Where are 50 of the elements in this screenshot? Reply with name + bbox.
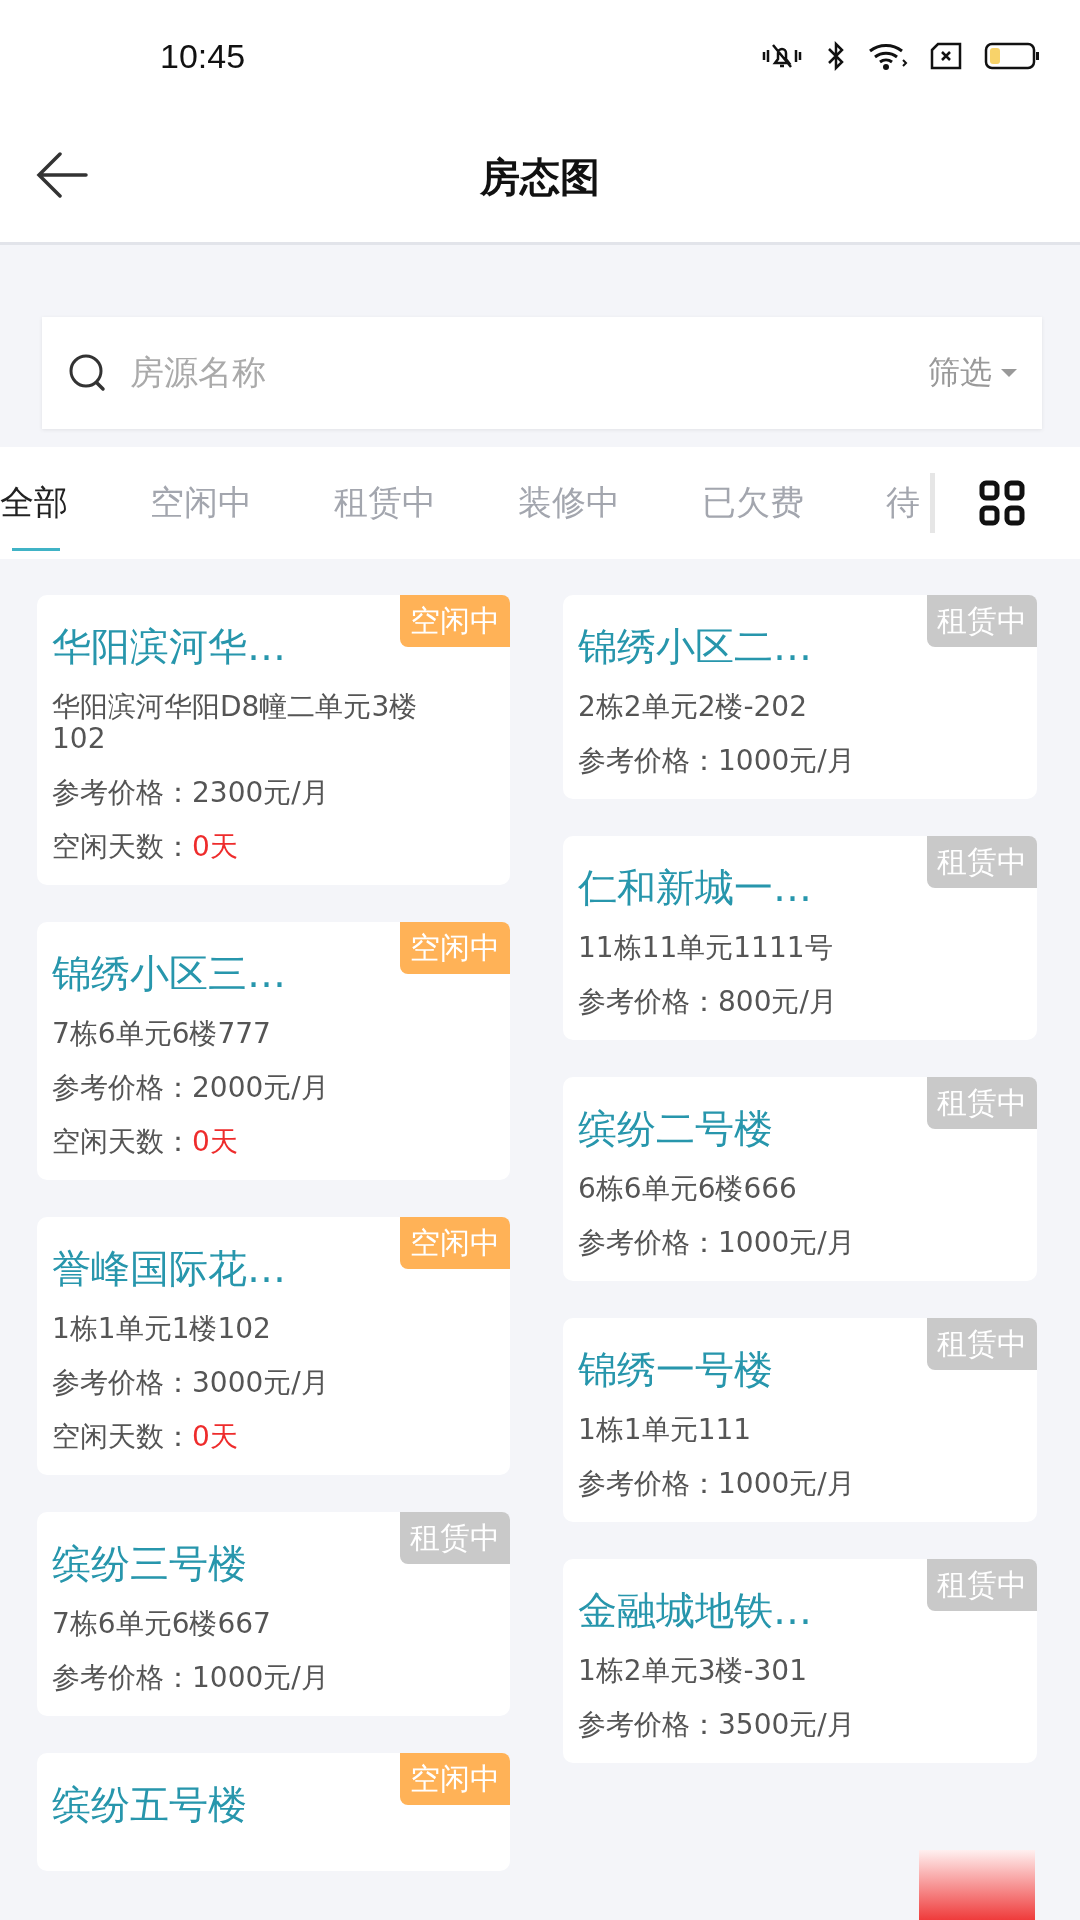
room-address: 6栋6单元6楼666 xyxy=(578,1173,798,1205)
idle-days: 空闲天数：0天 xyxy=(52,1421,460,1453)
reference-price: 参考价格：1000元/月 xyxy=(578,1227,856,1259)
status-badge: 空闲中 xyxy=(400,595,510,647)
reference-price: 参考价格：3000元/月 xyxy=(52,1367,330,1399)
room-address: 2栋2单元2楼-202 xyxy=(578,691,808,723)
room-address: 1栋1单元1楼102 xyxy=(52,1313,272,1345)
room-address: 11栋11单元1111号 xyxy=(578,932,834,964)
room-title: 缤纷五号楼 xyxy=(52,1781,247,1829)
room-title: 缤纷二号楼 xyxy=(578,1105,773,1153)
status-badge: 空闲中 xyxy=(400,1217,510,1269)
room-card[interactable]: 空闲中 锦绣小区三… 7栋6单元6楼777 参考价格：2000元/月 空闲天数：0天 xyxy=(37,922,510,1180)
room-title: 缤纷三号楼 xyxy=(52,1540,247,1588)
reference-price: 参考价格：1000元/月 xyxy=(52,1662,330,1694)
idle-days: 空闲天数：0天 xyxy=(52,1126,460,1158)
room-title: 锦绣小区三… xyxy=(52,950,286,998)
bluetooth-icon xyxy=(826,41,846,71)
room-address: 1栋2单元3楼-301 xyxy=(578,1655,808,1687)
room-address: 华阳滨河华阳D8幢二单元3楼102 xyxy=(52,691,419,755)
reference-price: 参考价格：3500元/月 xyxy=(578,1709,856,1741)
idle-days: 空闲天数：0天 xyxy=(52,831,460,863)
sim-card-icon xyxy=(930,42,962,70)
room-card[interactable]: 空闲中 誉峰国际花… 1栋1单元1楼102 参考价格：3000元/月 空闲天数：0天 xyxy=(37,1217,510,1475)
status-badge: 空闲中 xyxy=(400,922,510,974)
back-arrow-icon[interactable] xyxy=(36,152,88,198)
search-icon xyxy=(68,353,108,393)
room-address: 7栋6单元6楼777 xyxy=(52,1018,272,1050)
battery-icon xyxy=(984,41,1040,71)
status-badge: 空闲中 xyxy=(400,1753,510,1805)
room-address: 1栋1单元111 xyxy=(578,1414,753,1446)
room-title: 锦绣小区二… xyxy=(578,623,812,671)
reference-price: 参考价格：2000元/月 xyxy=(52,1072,330,1104)
room-title: 华阳滨河华… xyxy=(52,623,286,671)
floating-button[interactable] xyxy=(919,1850,1035,1920)
room-title: 金融城地铁… xyxy=(578,1587,812,1635)
wifi-icon xyxy=(868,41,908,71)
room-title: 誉峰国际花… xyxy=(52,1245,286,1293)
page-title: 房态图 xyxy=(480,152,600,202)
room-card[interactable]: 空闲中 华阳滨河华… 华阳滨河华阳D8幢二单元3楼102 参考价格：2300元/月 空闲天数：0天 xyxy=(37,595,510,885)
room-address: 7栋6单元6楼667 xyxy=(52,1608,272,1640)
filter-tab[interactable]: 全部 xyxy=(0,447,68,559)
caret-icon xyxy=(1000,368,1018,378)
reference-price: 参考价格：1000元/月 xyxy=(578,745,856,777)
status-time: 10:45 xyxy=(160,36,247,76)
reference-price: 参考价格：2300元/月 xyxy=(52,777,330,809)
grid-view-icon[interactable] xyxy=(979,480,1025,526)
reference-price: 参考价格：1000元/月 xyxy=(578,1468,856,1500)
room-title: 仁和新城一… xyxy=(578,864,812,912)
room-title: 锦绣一号楼 xyxy=(578,1346,773,1394)
reference-price: 参考价格：800元/月 xyxy=(578,986,838,1018)
